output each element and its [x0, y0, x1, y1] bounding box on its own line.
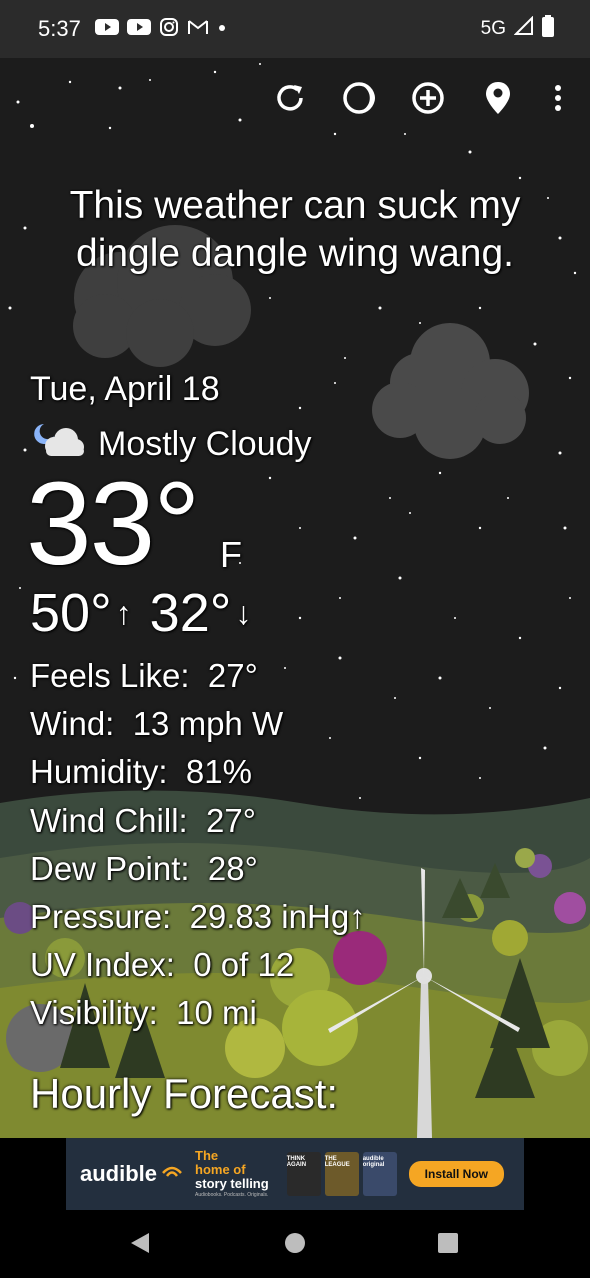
- ad-tagline-small: Audiobooks. Podcasts. Originals.: [195, 1192, 269, 1198]
- detail-row-dew-point: Dew Point: 28°: [30, 845, 366, 893]
- detail-value: 27°: [207, 657, 258, 694]
- detail-label: Feels Like:: [30, 657, 190, 694]
- battery-icon: [542, 15, 554, 43]
- detail-row-pressure: Pressure: 29.83 inHg↑: [30, 893, 366, 941]
- location-button[interactable]: [478, 78, 518, 122]
- toolbar: [0, 78, 590, 122]
- navigation-bar: [0, 1210, 590, 1278]
- detail-label: Visibility:: [30, 994, 158, 1032]
- recents-button[interactable]: [433, 1230, 463, 1260]
- temperature-unit: F: [220, 534, 242, 575]
- high-low-temperatures: 50° ↑ 32° ↓: [30, 584, 269, 642]
- audible-logo-icon: [161, 1161, 183, 1187]
- weather-quip: This weather can suck my dingle dangle w…: [69, 184, 521, 275]
- low-temperature: 32°: [149, 583, 232, 643]
- detail-label: Pressure:: [30, 898, 172, 936]
- theme-button[interactable]: [339, 78, 379, 122]
- ad-tagline-line: The: [195, 1148, 219, 1163]
- high-temperature: 50°: [30, 583, 112, 643]
- ad-cover: THE LEAGUE: [324, 1152, 359, 1196]
- install-now-button[interactable]: Install Now: [408, 1161, 504, 1187]
- detail-row-uv-index: UV Index: 0 of 12: [30, 941, 366, 989]
- home-button[interactable]: [280, 1230, 310, 1260]
- ad-brand-label: audible: [80, 1161, 158, 1186]
- detail-value: 0 of 12: [193, 946, 295, 984]
- detail-row-humidity: Humidity: 81%: [30, 748, 366, 796]
- refresh-icon: [272, 80, 308, 121]
- detail-label: Wind:: [30, 705, 115, 743]
- detail-value: 13 mph W: [132, 705, 284, 743]
- theme-icon: [341, 80, 377, 121]
- detail-value: 81%: [185, 753, 252, 791]
- refresh-button[interactable]: [270, 78, 310, 122]
- detail-value: 27°: [206, 801, 256, 839]
- youtube-icon: [126, 18, 151, 41]
- arrow-down-icon: ↓: [235, 595, 252, 631]
- youtube-icon: [94, 18, 119, 41]
- ad-tagline: The home of story telling Audiobooks. Po…: [195, 1149, 269, 1199]
- current-temperature: 33°: [26, 458, 200, 590]
- ad-brand: audible: [80, 1161, 183, 1187]
- detail-row-wind: Wind: 13 mph W: [30, 700, 366, 748]
- detail-value: 29.83 inHg↑: [189, 898, 366, 936]
- instagram-icon: [159, 17, 179, 42]
- dot-icon: [217, 20, 227, 38]
- status-right: 5G: [481, 15, 554, 43]
- more-vert-icon: [553, 83, 563, 118]
- detail-row-feels-like: Feels Like: 27°: [30, 652, 366, 700]
- ad-cover: THINK AGAIN: [286, 1152, 321, 1196]
- detail-label: Humidity:: [30, 753, 168, 791]
- arrow-up-icon: ↑: [115, 595, 132, 631]
- status-bar: 5:37 5G: [0, 0, 590, 58]
- weather-details: Feels Like: 27° Wind: 13 mph W Humidity:…: [30, 652, 366, 1038]
- add-location-button[interactable]: [408, 78, 448, 122]
- detail-row-wind-chill: Wind Chill: 27°: [30, 797, 366, 845]
- notification-icons: [94, 17, 227, 42]
- ad-tagline-line: home of: [195, 1162, 246, 1177]
- ad-bar: audible The home of story telling Audiob…: [0, 1138, 590, 1210]
- current-date: Tue, April 18: [30, 370, 220, 408]
- detail-value: 28°: [207, 849, 258, 887]
- gmail-icon: [187, 18, 209, 41]
- detail-row-visibility: Visibility: 10 mi: [30, 989, 366, 1037]
- detail-label: Dew Point:: [30, 849, 190, 887]
- ad-cover: audible original: [362, 1152, 397, 1196]
- more-options-button[interactable]: [538, 78, 578, 122]
- back-icon: [129, 1231, 151, 1260]
- network-label: 5G: [480, 18, 506, 39]
- back-button[interactable]: [125, 1230, 155, 1260]
- ad-tagline-line: story telling: [195, 1176, 269, 1191]
- location-pin-icon: [483, 80, 513, 121]
- add-location-icon: [410, 80, 446, 121]
- detail-label: UV Index:: [30, 946, 175, 984]
- ad-covers: THINK AGAIN THE LEAGUE audible original: [286, 1152, 397, 1196]
- detail-value: 10 mi: [176, 994, 257, 1032]
- status-time: 5:37: [38, 16, 81, 41]
- detail-label: Wind Chill:: [30, 801, 188, 839]
- signal-icon: [513, 15, 534, 42]
- audible-ad-banner[interactable]: audible The home of story telling Audiob…: [66, 1138, 524, 1210]
- recents-icon: [437, 1232, 459, 1259]
- hourly-forecast-heading: Hourly Forecast:: [30, 1070, 339, 1117]
- home-icon: [283, 1231, 307, 1260]
